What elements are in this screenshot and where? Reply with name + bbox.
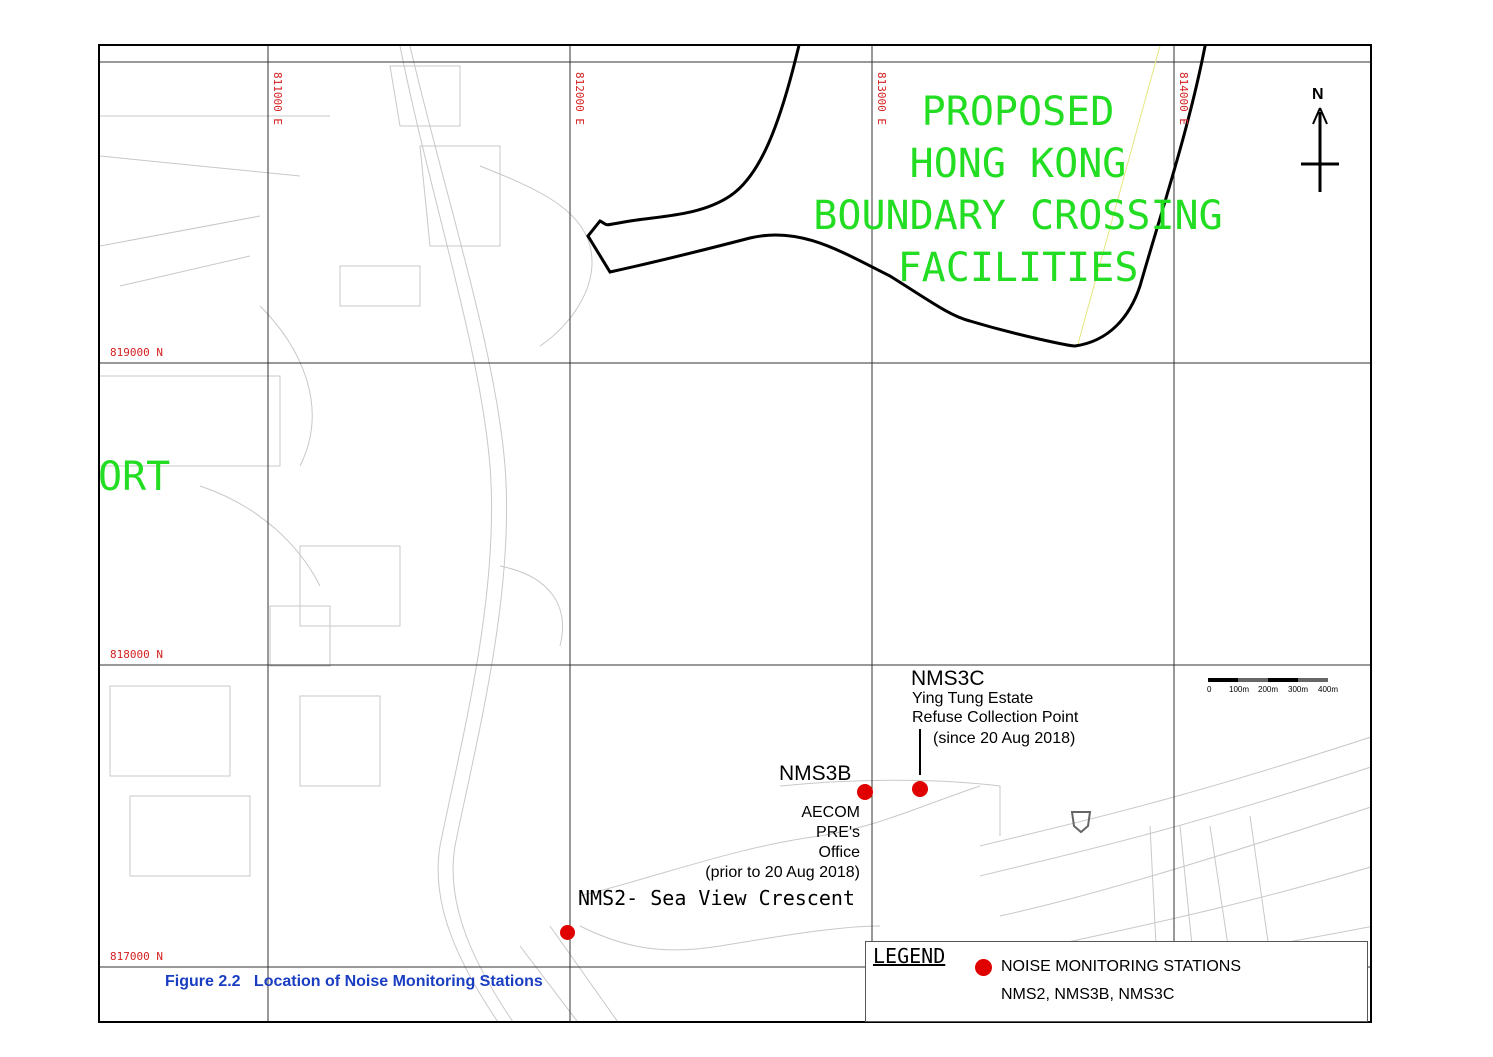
station-nms3b-line2: PRE's [816,824,860,841]
station-nms3c-line2: Refuse Collection Point [912,709,1079,726]
scale-label-100: 100m [1229,685,1250,694]
legend-station-marker-icon [975,959,992,976]
station-nms3b-line4: (prior to 20 Aug 2018) [705,864,860,881]
proposed-line-2: HONG KONG [909,141,1127,187]
scale-label-300: 300m [1288,685,1309,694]
legend-box: LEGEND NOISE MONITORING STATIONS NMS2, N… [865,941,1368,1022]
station-nms3c-line3: (since 20 Aug 2018) [933,730,1076,747]
station-nms3b-id: NMS3B [779,762,852,785]
grid-label-819000n: 819000 N [110,346,163,359]
shield-icon [1070,811,1092,834]
station-nms3b-description: AECOM PRE's Office (prior to 20 Aug 2018… [680,803,860,883]
scale-label-400: 400m [1318,685,1339,694]
station-nms3b-line1: AECOM [801,804,860,821]
grid-label-817000n: 817000 N [110,950,163,963]
proposed-line-1: PROPOSED [921,89,1115,135]
grid-label-812000e: 812000 E [573,72,586,125]
figure-caption: Figure 2.2 Location of Noise Monitoring … [165,973,543,990]
station-nms3c-leader [919,729,921,775]
proposed-line-4: FACILITIES [897,245,1139,291]
proposed-line-3: BOUNDARY CROSSING [813,193,1223,239]
station-nms2-label: NMS2- Sea View Crescent [578,886,855,910]
grid-label-811000e: 811000 E [271,72,284,125]
legend-item-detail: NMS2, NMS3B, NMS3C [1001,986,1175,1003]
legend-title: LEGEND [873,944,946,968]
station-nms3c-line1: Ying Tung Estate [912,690,1034,707]
north-label: N [1312,86,1324,103]
airport-label-fragment: ORT [98,454,171,500]
station-nms2-marker-icon [560,925,575,940]
legend-item-label: NOISE MONITORING STATIONS [1001,958,1242,975]
proposed-area-label: PROPOSED HONG KONG BOUNDARY CROSSING FAC… [808,86,1228,294]
station-nms3b-line3: Office [818,844,861,861]
scale-label-200: 200m [1258,685,1279,694]
grid-label-818000n: 818000 N [110,648,163,661]
station-nms3b-marker-icon [857,784,873,800]
scale-label-0: 0 [1207,685,1212,694]
station-nms3c-id: NMS3C [911,667,985,690]
station-nms3c-marker-icon [912,781,928,797]
